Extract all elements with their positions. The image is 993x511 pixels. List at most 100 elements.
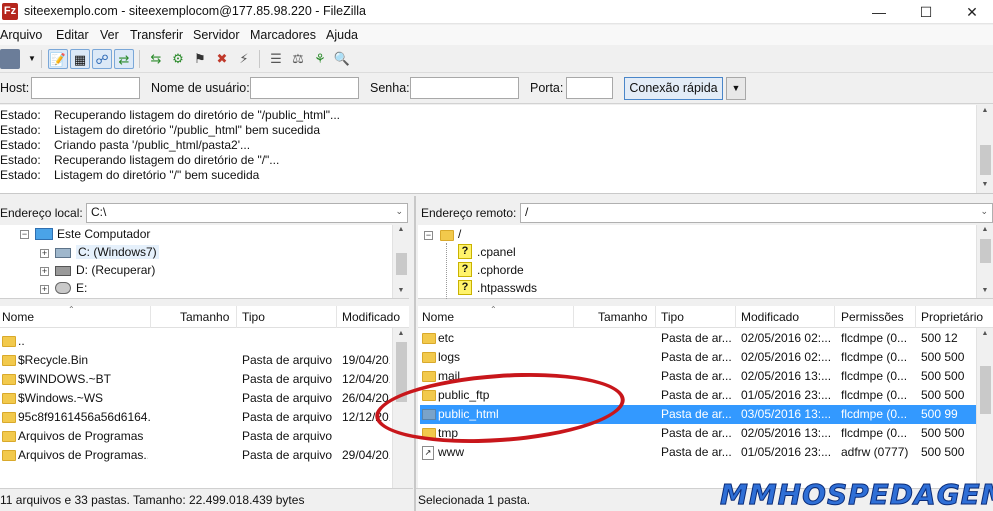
table-row[interactable]: Arquivos de Programas Pasta de arquivos — [0, 427, 392, 446]
remote-list-scroll-thumb[interactable] — [980, 366, 991, 414]
local-address-combo[interactable]: C:\ ⌄ — [86, 203, 408, 223]
message-log-toggle-icon[interactable]: 📝 — [48, 49, 68, 69]
table-row[interactable]: logs Pasta de ar... 02/05/2016 02:... fl… — [420, 348, 976, 367]
menu-servidor[interactable]: Servidor — [193, 28, 240, 42]
local-col-name[interactable]: Nome — [2, 310, 34, 324]
menu-ajuda[interactable]: Ajuda — [326, 28, 358, 42]
collapse-toggle-icon[interactable]: − — [424, 231, 433, 240]
unknown-folder-icon: ? — [458, 262, 472, 277]
tree-item-drive-c[interactable]: C: (Windows7) — [76, 245, 159, 259]
scroll-up-arrow-icon[interactable]: ▲ — [977, 330, 993, 337]
tree-item-drive-d[interactable]: D: (Recuperar) — [76, 263, 155, 277]
menu-editar[interactable]: Editar — [56, 28, 89, 42]
table-row[interactable]: $Recycle.Bin Pasta de arquivos 19/04/201… — [0, 351, 392, 370]
local-col-modified[interactable]: Modificado — [342, 310, 400, 324]
tree-item-cpanel[interactable]: .cpanel — [477, 245, 516, 259]
tree-item-root[interactable]: / — [458, 227, 461, 241]
table-row[interactable]: $WINDOWS.~BT Pasta de arquivos 12/04/201… — [0, 370, 392, 389]
remote-col-size[interactable]: Tamanho — [598, 310, 647, 324]
column-divider[interactable] — [735, 306, 736, 328]
table-row[interactable]: 95c8f9161456a56d6164... Pasta de arquivo… — [0, 408, 392, 427]
local-col-type[interactable]: Tipo — [242, 310, 265, 324]
close-button[interactable]: ✕ — [949, 0, 993, 24]
scroll-up-arrow-icon[interactable]: ▲ — [977, 226, 993, 233]
chevron-down-icon[interactable]: ⌄ — [395, 206, 403, 217]
disconnect-icon[interactable]: ⚡ — [234, 49, 254, 69]
log-scroll-thumb[interactable] — [980, 145, 991, 175]
site-manager-icon[interactable] — [0, 49, 20, 69]
synchronized-browsing-icon[interactable]: ⚘ — [310, 49, 330, 69]
column-divider[interactable] — [236, 306, 237, 328]
message-log: Estado: Recuperando listagem do diretóri… — [0, 105, 993, 194]
remote-col-type[interactable]: Tipo — [661, 310, 684, 324]
password-input[interactable] — [410, 77, 519, 99]
column-divider[interactable] — [573, 306, 574, 328]
menu-arquivo[interactable]: Arquivo — [0, 28, 42, 42]
cancel-operation-icon[interactable]: ✖ — [212, 49, 232, 69]
tree-item-drive-e[interactable]: E: — [76, 281, 87, 295]
column-divider[interactable] — [915, 306, 916, 328]
remote-address-combo[interactable]: / ⌄ — [520, 203, 993, 223]
expand-toggle-icon[interactable]: + — [40, 267, 49, 276]
local-file-name: $WINDOWS.~BT — [18, 372, 112, 386]
minimize-button[interactable]: — — [856, 0, 902, 24]
compare-directories-icon[interactable]: ⚖ — [288, 49, 308, 69]
log-scrollbar[interactable]: ▲ ▼ — [976, 105, 993, 193]
table-row[interactable]: .. — [0, 332, 392, 351]
menu-transferir[interactable]: Transferir — [130, 28, 183, 42]
log-message: Listagem do diretório "/public_html" bem… — [54, 123, 320, 137]
chevron-down-icon[interactable]: ⌄ — [980, 206, 988, 217]
expand-toggle-icon[interactable]: + — [40, 249, 49, 258]
tree-item-htpasswds[interactable]: .htpasswds — [477, 281, 537, 295]
tree-item-este-computador[interactable]: Este Computador — [57, 227, 150, 241]
table-row[interactable]: ↗ www Pasta de ar... 01/05/2016 23:... a… — [420, 443, 976, 462]
search-remote-files-icon[interactable]: 🔍 — [332, 49, 352, 69]
quickconnect-history-dropdown[interactable]: ▼ — [726, 77, 746, 100]
menu-marcadores[interactable]: Marcadores — [250, 28, 316, 42]
port-input[interactable] — [566, 77, 613, 99]
site-manager-dropdown-icon[interactable]: ▼ — [22, 49, 42, 69]
remote-file-permissions: flcdmpe (0... — [841, 388, 908, 402]
tree-item-cphorde[interactable]: .cphorde — [477, 263, 524, 277]
column-divider[interactable] — [150, 306, 151, 328]
collapse-toggle-icon[interactable]: − — [20, 230, 29, 239]
menu-ver[interactable]: Ver — [100, 28, 119, 42]
remote-col-modified[interactable]: Modificado — [741, 310, 799, 324]
refresh-icon[interactable]: ⇆ — [146, 49, 166, 69]
local-tree-scroll-thumb[interactable] — [396, 253, 407, 275]
scroll-up-arrow-icon[interactable]: ▲ — [977, 107, 993, 114]
remote-col-name[interactable]: Nome — [422, 310, 454, 324]
remote-col-owner[interactable]: Proprietário — [921, 310, 993, 324]
host-input[interactable] — [31, 77, 140, 99]
column-divider[interactable] — [655, 306, 656, 328]
scroll-down-arrow-icon[interactable]: ▼ — [393, 287, 409, 294]
maximize-button[interactable]: ☐ — [903, 0, 949, 24]
remote-col-permissions[interactable]: Permissões — [841, 310, 904, 324]
directory-listing-filter-icon[interactable]: ☰ — [266, 49, 286, 69]
column-divider[interactable] — [336, 306, 337, 328]
table-row[interactable]: etc Pasta de ar... 02/05/2016 02:... flc… — [420, 329, 976, 348]
local-file-name: Arquivos de Programas — [18, 429, 144, 443]
table-row[interactable]: $Windows.~WS Pasta de arquivos 26/04/201… — [0, 389, 392, 408]
transfer-queue-toggle-icon[interactable]: ⇄ — [114, 49, 134, 69]
table-row[interactable]: Arquivos de Programas... Pasta de arquiv… — [0, 446, 392, 465]
filter-icon[interactable]: ⚑ — [190, 49, 210, 69]
scroll-up-arrow-icon[interactable]: ▲ — [393, 226, 409, 233]
local-tree-toggle-icon[interactable]: ▦ — [70, 49, 90, 69]
local-col-size[interactable]: Tamanho — [180, 310, 229, 324]
column-divider[interactable] — [834, 306, 835, 328]
remote-tree-scroll-thumb[interactable] — [980, 239, 991, 263]
scroll-down-arrow-icon[interactable]: ▼ — [977, 181, 993, 188]
scroll-down-arrow-icon[interactable]: ▼ — [977, 287, 993, 294]
remote-list-scrollbar[interactable]: ▲ — [976, 328, 993, 488]
expand-toggle-icon[interactable]: + — [40, 285, 49, 294]
scroll-up-arrow-icon[interactable]: ▲ — [393, 330, 409, 337]
pane-splitter[interactable] — [414, 196, 416, 511]
quickconnect-button[interactable]: Conexão rápida — [624, 77, 723, 100]
username-input[interactable] — [250, 77, 359, 99]
local-tree-scrollbar[interactable]: ▲ ▼ — [392, 225, 409, 298]
remote-tree-toggle-icon[interactable]: ☍ — [92, 49, 112, 69]
toolbar-separator — [259, 50, 260, 68]
remote-tree-scrollbar[interactable]: ▲ ▼ — [976, 225, 993, 298]
process-queue-icon[interactable]: ⚙ — [168, 49, 188, 69]
